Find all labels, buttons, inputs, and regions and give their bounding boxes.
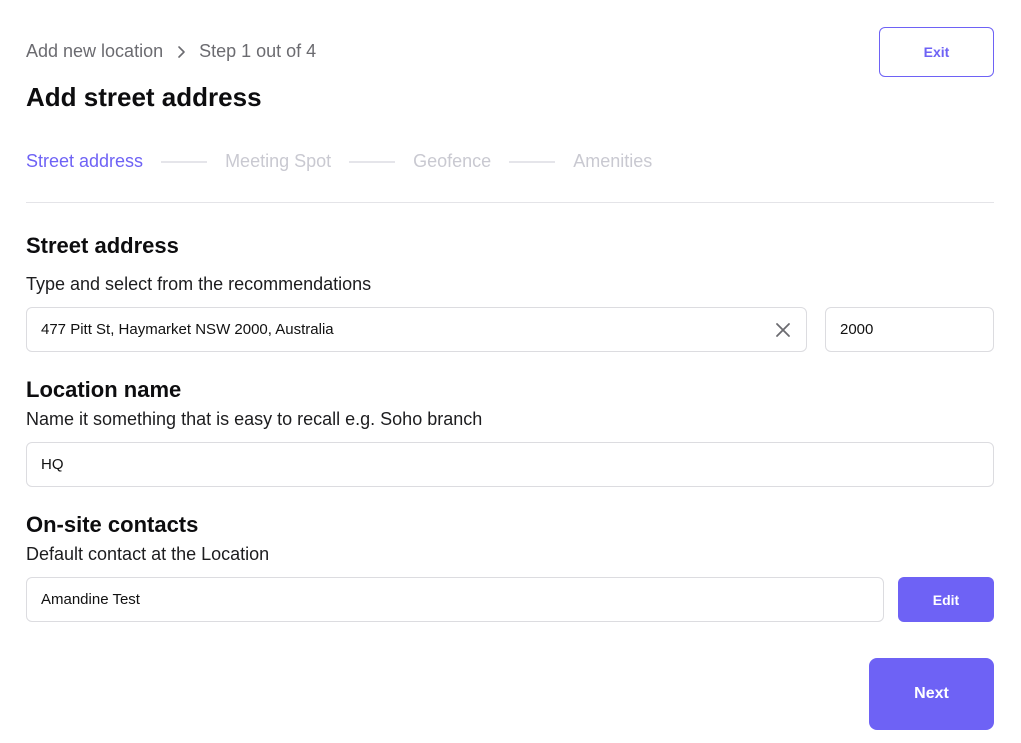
address-field[interactable] xyxy=(26,307,807,352)
breadcrumb-step: Step 1 out of 4 xyxy=(199,41,317,61)
onsite-contacts-heading: On-site contacts xyxy=(26,512,199,537)
step-meeting-spot[interactable]: Meeting Spot xyxy=(225,151,331,172)
page-title: Add street address xyxy=(26,82,262,112)
onsite-contacts-description: Default contact at the Location xyxy=(26,544,270,564)
add-location-page: Add new location Step 1 out of 4 Add str… xyxy=(0,0,1021,743)
next-button[interactable]: Next xyxy=(869,658,994,730)
breadcrumb: Add new location Step 1 out of 4 xyxy=(26,41,316,62)
step-connector xyxy=(161,160,208,163)
postcode-input[interactable] xyxy=(840,321,979,338)
street-address-description: Type and select from the recommendations xyxy=(26,274,372,294)
exit-button[interactable]: Exit xyxy=(879,27,994,77)
location-name-description: Name it something that is easy to recall… xyxy=(26,409,483,429)
step-amenities[interactable]: Amenities xyxy=(573,151,652,172)
address-input[interactable] xyxy=(41,321,774,338)
contact-field[interactable] xyxy=(26,577,884,622)
breadcrumb-parent[interactable]: Add new location xyxy=(26,41,163,62)
contact-input[interactable] xyxy=(41,591,869,608)
edit-contact-button[interactable]: Edit xyxy=(898,577,994,622)
location-name-input[interactable] xyxy=(41,456,979,473)
street-address-heading: Street address xyxy=(26,233,179,258)
step-connector xyxy=(349,160,396,163)
step-street-address[interactable]: Street address xyxy=(26,151,143,172)
close-icon[interactable] xyxy=(774,321,792,339)
postcode-field[interactable] xyxy=(825,307,994,352)
chevron-right-icon xyxy=(173,44,189,60)
stepper: Street address Meeting Spot Geofence Ame… xyxy=(26,151,652,172)
location-name-heading: Location name xyxy=(26,377,182,402)
divider xyxy=(26,202,994,203)
step-connector xyxy=(509,160,556,163)
step-geofence[interactable]: Geofence xyxy=(413,151,491,172)
location-name-field[interactable] xyxy=(26,442,994,487)
